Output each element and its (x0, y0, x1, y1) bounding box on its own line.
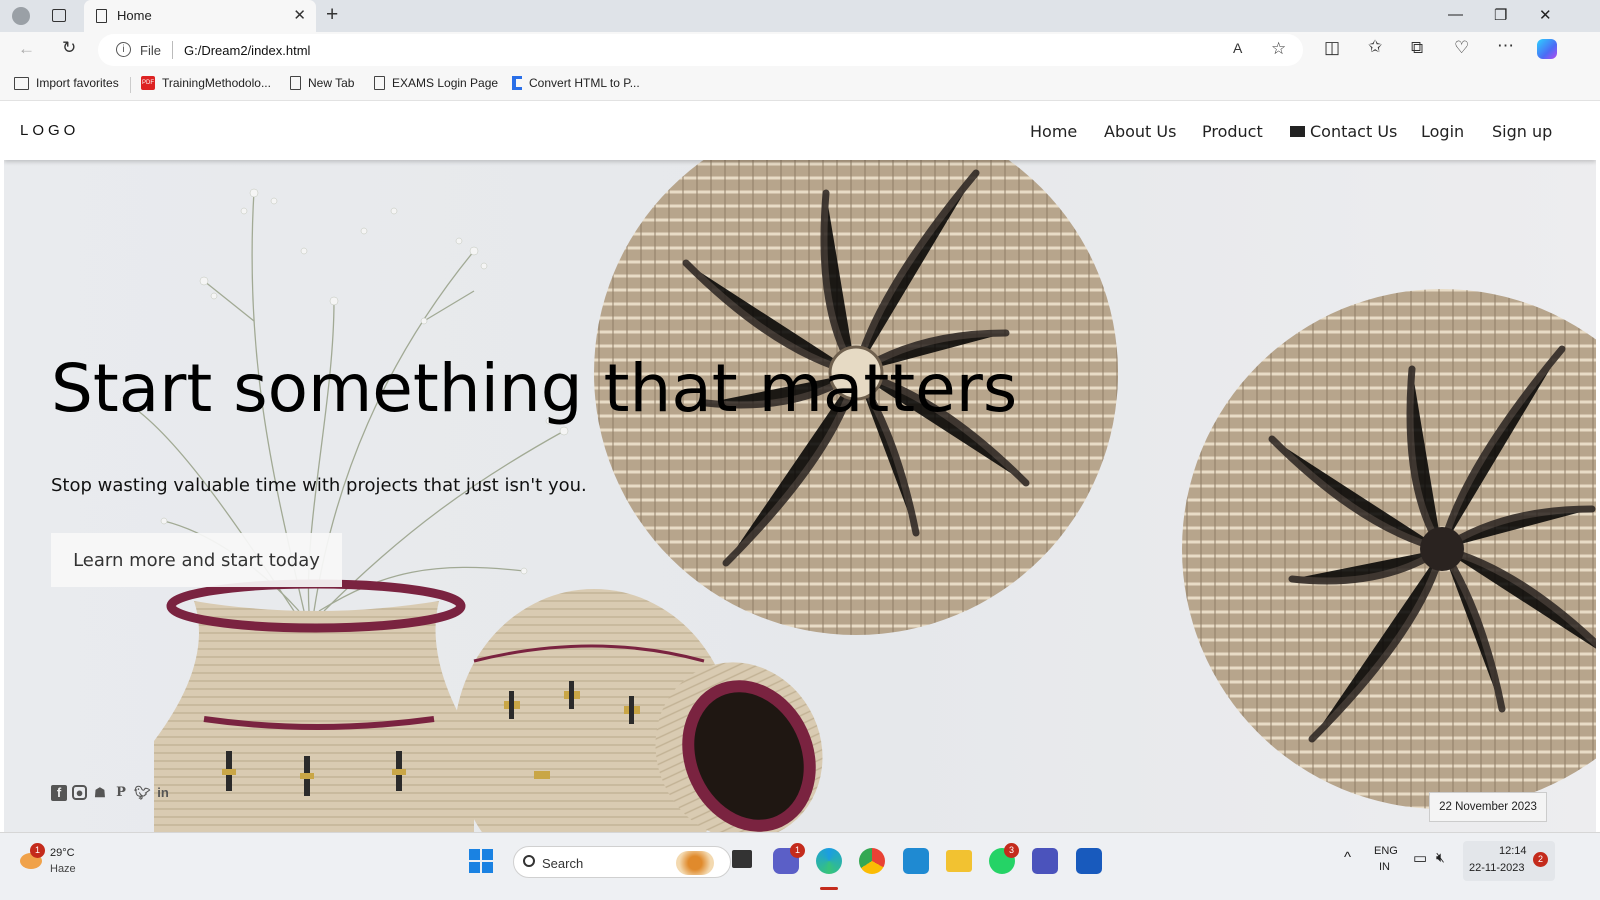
instagram-icon[interactable]: ● (72, 785, 87, 800)
os-taskbar: 1 29°C Haze Search 1 3 ^ ENG IN ▭ 🔇︎ 12:… (0, 832, 1600, 900)
nav-contact-label: Contact Us (1310, 122, 1398, 141)
url-text[interactable]: G:/Dream2/index.html (184, 43, 310, 58)
favorite-item[interactable]: New Tab (290, 76, 354, 90)
refresh-icon[interactable]: ↻ (62, 38, 76, 58)
new-tab-button[interactable]: + (326, 3, 338, 27)
word-icon[interactable] (1076, 848, 1102, 874)
hero-background-image (119, 111, 1596, 832)
volume-muted-icon[interactable]: 🔇︎ (1436, 849, 1445, 866)
edge-icon[interactable] (816, 848, 842, 874)
start-icon[interactable] (469, 849, 493, 873)
tab-actions-icon[interactable] (52, 9, 66, 22)
minimize-icon[interactable]: — (1448, 6, 1463, 23)
import-icon (14, 76, 29, 90)
page-icon (290, 76, 301, 90)
teams-chat-badge: 1 (790, 843, 805, 858)
pdf-icon: PDF (141, 76, 155, 90)
converter-icon (512, 76, 522, 90)
weather-widget[interactable]: 1 29°C Haze (18, 843, 88, 885)
back-icon[interactable]: ← (18, 39, 35, 59)
nav-product[interactable]: Product (1202, 122, 1263, 141)
date-display: 22 November 2023 (1429, 792, 1547, 822)
weather-condition: Haze (50, 863, 76, 875)
file-explorer-icon[interactable] (946, 850, 972, 872)
collections-icon[interactable]: ⧉ (1411, 38, 1423, 58)
teams-icon[interactable] (1032, 848, 1058, 874)
clock-date: 22-11-2023 (1469, 862, 1525, 874)
nav-home[interactable]: Home (1030, 122, 1077, 141)
address-bar[interactable]: i File G:/Dream2/index.html A ☆ (98, 34, 1303, 66)
info-icon[interactable]: i (116, 42, 131, 57)
tab-title: Home (117, 8, 152, 23)
favorites-bar: Import favorites PDF TrainingMethodolo..… (0, 68, 1600, 101)
scheme-label: File (140, 43, 161, 58)
copilot-icon[interactable] (1537, 39, 1557, 59)
tab-home[interactable]: Home ✕ (84, 0, 316, 32)
page-icon (374, 76, 385, 90)
network-icon[interactable]: ▭ (1413, 849, 1427, 867)
clock-time: 12:14 (1499, 845, 1527, 857)
favorite-item[interactable]: Import favorites (14, 76, 119, 90)
browser-essentials-icon[interactable]: ♡ (1454, 38, 1469, 58)
favorite-star-icon[interactable]: ☆ (1271, 39, 1286, 59)
restore-icon[interactable]: ❐ (1494, 6, 1507, 24)
active-app-indicator (820, 887, 838, 890)
linkedin-icon[interactable]: in (155, 785, 171, 801)
notification-badge[interactable]: 2 (1533, 852, 1548, 867)
wall-basket-right (1182, 289, 1596, 809)
browser-toolbar: ← ↻ i File G:/Dream2/index.html A ☆ ◫ ✩ … (0, 32, 1600, 68)
nav-about[interactable]: About Us (1104, 122, 1176, 141)
hero-headline: Start something that matters (51, 350, 1018, 427)
nav-contact[interactable]: Contact Us (1290, 122, 1397, 141)
page-viewport: LOGO Home About Us Product Contact Us Lo… (4, 101, 1596, 832)
task-view-icon[interactable] (732, 850, 752, 868)
favorite-item[interactable]: EXAMS Login Page (374, 76, 498, 90)
page-icon (96, 9, 107, 23)
search-highlight-icon (676, 851, 714, 875)
whatsapp-badge: 3 (1004, 843, 1019, 858)
hero-section: LOGO Home About Us Product Contact Us Lo… (4, 101, 1596, 832)
site-logo[interactable]: LOGO (20, 122, 79, 139)
more-icon[interactable]: ⋯ (1497, 36, 1514, 56)
browser-tab-strip: Home ✕ + — ❐ ✕ (0, 0, 1600, 32)
profile-icon[interactable] (12, 7, 30, 25)
split-screen-icon[interactable]: ◫ (1324, 38, 1340, 58)
language-top[interactable]: ENG (1374, 845, 1398, 857)
site-navbar: LOGO Home About Us Product Contact Us Lo… (4, 101, 1596, 160)
favorite-item[interactable]: PDF TrainingMethodolo... (141, 76, 271, 90)
search-icon (523, 855, 535, 867)
search-label: Search (542, 856, 584, 871)
envelope-icon (1290, 126, 1305, 137)
nav-login[interactable]: Login (1421, 122, 1464, 141)
chrome-icon[interactable] (859, 848, 885, 874)
woven-vase (154, 579, 474, 832)
learn-more-button[interactable]: Learn more and start today (51, 533, 342, 587)
divider (172, 41, 173, 59)
close-tab-icon[interactable]: ✕ (293, 6, 306, 24)
weather-temp: 29°C (50, 847, 75, 859)
pinterest-icon[interactable]: P (113, 785, 129, 801)
divider (130, 77, 131, 93)
close-window-icon[interactable]: ✕ (1539, 6, 1552, 24)
nav-signup[interactable]: Sign up (1492, 122, 1552, 141)
snapchat-icon[interactable]: ☗ (92, 785, 108, 801)
chevron-up-icon[interactable]: ^ (1344, 849, 1351, 866)
favorite-item[interactable]: Convert HTML to P... (512, 76, 640, 90)
vscode-icon[interactable] (903, 848, 929, 874)
weather-badge: 1 (30, 843, 45, 858)
twitter-icon[interactable]: 🐦︎ (134, 785, 151, 801)
language-bottom[interactable]: IN (1379, 861, 1390, 873)
hero-subline: Stop wasting valuable time with projects… (51, 475, 587, 496)
favorites-icon[interactable]: ✩ (1368, 37, 1382, 57)
taskbar-search[interactable]: Search (513, 846, 731, 878)
social-links: f ● ☗ P 🐦︎ in (51, 785, 171, 801)
read-aloud-icon[interactable]: A (1233, 40, 1242, 56)
facebook-icon[interactable]: f (51, 785, 67, 801)
